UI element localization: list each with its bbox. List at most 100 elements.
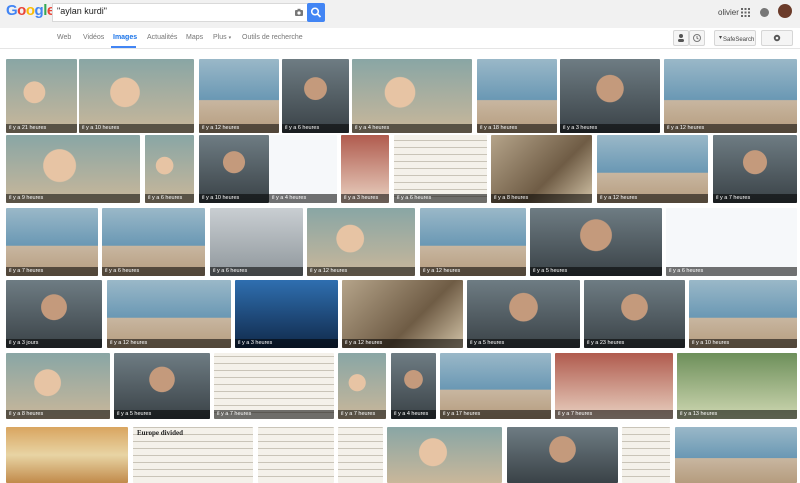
image-result[interactable]: il y a 3 heures [235,280,338,348]
image-result[interactable]: il y a 9 heures [6,135,140,203]
result-time-caption: il y a 4 heures [352,124,472,133]
image-result[interactable]: il y a 12 heures [342,280,463,348]
image-result[interactable]: il y a 6 heures [102,208,205,276]
result-thumbnail [664,59,797,133]
image-result[interactable]: il y a 12 heures [597,135,708,203]
result-time-caption: il y a 6 heures [666,267,797,276]
image-result[interactable]: il y a 8 heures [491,135,592,203]
result-time-caption: il y a 3 jours [6,339,102,348]
image-result[interactable]: il y a 12 heures [420,208,526,276]
notifications-icon[interactable] [760,8,769,17]
result-thumbnail [307,208,415,276]
image-result[interactable] [6,427,128,483]
user-filter-button[interactable] [673,30,689,46]
image-result[interactable] [675,427,797,483]
history-filter-button[interactable] [689,30,705,46]
result-time-caption: il y a 10 heures [79,124,194,133]
safesearch-dropdown[interactable]: SafeSearch ▾ [714,30,756,46]
result-thumbnail [107,280,231,348]
image-result[interactable]: il y a 7 heures [713,135,797,203]
search-query-text: "aylan kurdi" [57,6,107,16]
result-time-caption: il y a 10 heures [689,339,797,348]
result-time-caption: il y a 8 heures [6,410,110,419]
google-logo[interactable]: Google [6,2,55,19]
result-time-caption: il y a 13 heures [677,410,797,419]
result-time-caption: il y a 3 heures [341,194,389,203]
image-result[interactable]: il y a 12 heures [664,59,797,133]
result-time-caption: il y a 3 heures [235,339,338,348]
result-time-caption: il y a 8 heures [491,194,592,203]
image-result[interactable]: il y a 5 heures [114,353,210,419]
image-result[interactable]: il y a 7 heures [6,208,98,276]
image-result[interactable]: il y a 3 heures [560,59,660,133]
avatar[interactable] [778,4,792,18]
image-result[interactable]: il y a 12 heures [107,280,231,348]
result-thumbnail [675,427,797,483]
result-thumbnail [689,280,797,348]
image-result[interactable]: il y a 6 heures [210,208,303,276]
image-result[interactable]: il y a 4 heures [391,353,436,419]
image-result[interactable]: il y a 4 heures [352,59,472,133]
image-result[interactable]: il y a 12 heures [199,59,279,133]
gear-icon [773,34,781,42]
image-result[interactable] [338,427,383,483]
image-result[interactable] [622,427,670,483]
result-time-caption: il y a 3 heures [560,124,660,133]
result-thumbnail [6,208,98,276]
image-result[interactable]: il y a 12 heures [307,208,415,276]
image-result[interactable]: il y a 23 heures [584,280,685,348]
tab-images[interactable]: Images [113,34,137,41]
image-result[interactable]: il y a 17 heures [440,353,551,419]
newspaper-headline: Europe divided [137,429,183,437]
safesearch-label: SafeSearch ▾ [719,35,755,43]
image-result[interactable]: Europe divided [133,427,253,483]
tab-search-tools[interactable]: Outils de recherche [242,34,303,41]
image-result[interactable]: il y a 4 heures [269,135,337,203]
image-result[interactable]: il y a 3 heures [341,135,389,203]
image-result[interactable]: il y a 6 heures [394,135,487,203]
search-icon [310,7,322,18]
search-button[interactable] [307,3,325,22]
image-result[interactable]: il y a 5 heures [467,280,580,348]
result-thumbnail [258,427,334,483]
image-result[interactable]: il y a 21 heures [6,59,77,133]
image-result[interactable]: il y a 7 heures [555,353,673,419]
image-result[interactable] [258,427,334,483]
user-name[interactable]: olivier [718,8,739,17]
image-result[interactable] [507,427,618,483]
tab-more[interactable]: Plus ▾ [213,34,231,41]
image-result[interactable]: il y a 6 heures [145,135,194,203]
tab-web[interactable]: Web [57,34,71,41]
result-time-caption: il y a 7 heures [713,194,797,203]
image-result[interactable]: il y a 10 heures [199,135,269,203]
result-thumbnail [79,59,194,133]
result-thumbnail [235,280,338,348]
result-thumbnail [145,135,194,203]
image-result[interactable]: il y a 10 heures [689,280,797,348]
result-time-caption: il y a 6 heures [145,194,194,203]
result-thumbnail [341,135,389,203]
image-result[interactable]: il y a 6 heures [282,59,349,133]
result-time-caption: il y a 5 heures [467,339,580,348]
image-result[interactable]: il y a 5 heures [530,208,662,276]
image-result[interactable]: il y a 18 heures [477,59,557,133]
tab-news[interactable]: Actualités [147,34,177,41]
image-result[interactable]: il y a 13 heures [677,353,797,419]
image-result[interactable]: il y a 3 jours [6,280,102,348]
tab-videos[interactable]: Vidéos [83,34,104,41]
image-result[interactable]: il y a 10 heures [79,59,194,133]
image-result[interactable]: il y a 7 heures [214,353,334,419]
camera-icon[interactable] [294,7,304,17]
tab-maps[interactable]: Maps [186,34,203,41]
image-result[interactable]: il y a 6 heures [666,208,797,276]
apps-grid-icon[interactable] [741,8,750,17]
image-result[interactable]: il y a 7 heures [338,353,386,419]
result-thumbnail [713,135,797,203]
top-bar: Google "aylan kurdi" olivier [0,0,800,28]
image-result[interactable] [387,427,502,483]
result-time-caption: il y a 7 heures [214,410,334,419]
settings-button[interactable] [761,30,793,46]
result-time-caption: il y a 12 heures [420,267,526,276]
search-input[interactable]: "aylan kurdi" [52,3,308,22]
image-result[interactable]: il y a 8 heures [6,353,110,419]
